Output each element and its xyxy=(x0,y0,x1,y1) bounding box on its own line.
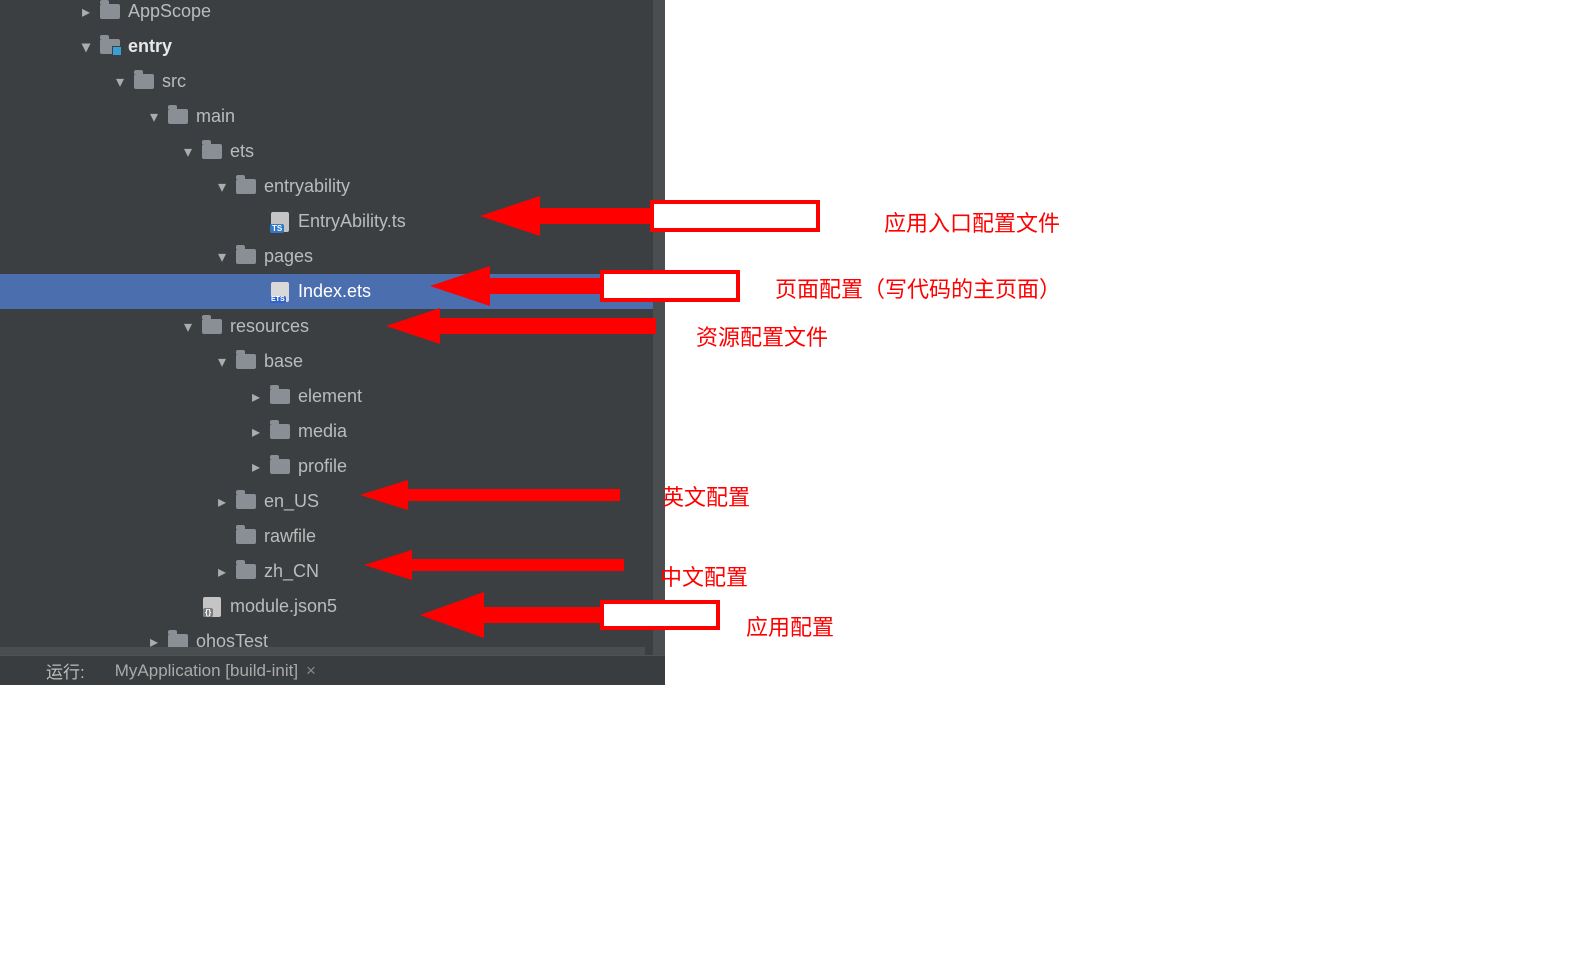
chevron-right-icon[interactable] xyxy=(244,457,268,477)
horizontal-scrollbar[interactable] xyxy=(0,647,645,655)
json-file-icon xyxy=(200,597,224,617)
folder-icon xyxy=(234,527,258,547)
tree-item-label: media xyxy=(298,421,347,442)
chevron-right-icon[interactable] xyxy=(74,2,98,22)
annotation-arrow-icon xyxy=(364,550,624,580)
ts-file-icon xyxy=(268,212,292,232)
tree-item-label: EntryAbility.ts xyxy=(298,211,406,232)
folder-icon xyxy=(166,107,190,127)
tree-item-label: module.json5 xyxy=(230,596,337,617)
tree-item-label: AppScope xyxy=(128,1,211,22)
chevron-down-icon[interactable] xyxy=(210,247,234,267)
run-config-name: MyApplication [build-init] xyxy=(115,661,298,681)
tree-row-ets[interactable]: ets xyxy=(0,134,665,169)
chevron-down-icon[interactable] xyxy=(176,142,200,162)
annotation-arrow-icon xyxy=(430,266,740,306)
folder-icon xyxy=(268,387,292,407)
tree-item-label: Index.ets xyxy=(298,281,371,302)
annotation-text: 应用配置 xyxy=(746,610,834,642)
tree-item-label: element xyxy=(298,386,362,407)
tree-row-src[interactable]: src xyxy=(0,64,665,99)
chevron-right-icon[interactable] xyxy=(244,387,268,407)
tree-row-base[interactable]: base xyxy=(0,344,665,379)
annotation-text: 应用入口配置文件 xyxy=(884,206,1060,238)
chevron-down-icon[interactable] xyxy=(142,107,166,127)
tree-row-rawfile[interactable]: rawfile xyxy=(0,519,665,554)
chevron-down-icon[interactable] xyxy=(74,37,98,57)
folder-icon xyxy=(98,2,122,22)
folder-icon xyxy=(234,492,258,512)
tree-item-label: src xyxy=(162,71,186,92)
folder-icon xyxy=(234,562,258,582)
run-label: 运行: xyxy=(46,658,85,683)
tree-item-label: en_US xyxy=(264,491,319,512)
tree-item-label: main xyxy=(196,106,235,127)
annotation-arrow-icon xyxy=(386,308,656,344)
tree-item-label: resources xyxy=(230,316,309,337)
tree-item-label: profile xyxy=(298,456,347,477)
annotation-text: 中文配置 xyxy=(660,560,748,592)
annotation-text: 英文配置 xyxy=(662,480,750,512)
annotation-arrow-icon xyxy=(480,196,820,236)
chevron-right-icon[interactable] xyxy=(210,492,234,512)
folder-icon xyxy=(234,352,258,372)
tree-row-main[interactable]: main xyxy=(0,99,665,134)
chevron-right-icon[interactable] xyxy=(210,562,234,582)
folder-icon xyxy=(234,247,258,267)
module-folder-icon xyxy=(98,37,122,57)
folder-icon xyxy=(268,457,292,477)
annotation-arrow-icon xyxy=(360,480,620,510)
folder-icon xyxy=(268,422,292,442)
tree-row-media[interactable]: media xyxy=(0,414,665,449)
ets-file-icon xyxy=(268,282,292,302)
tree-item-label: rawfile xyxy=(264,526,316,547)
close-icon[interactable]: × xyxy=(306,661,316,681)
tree-item-label: entryability xyxy=(264,176,350,197)
folder-icon xyxy=(234,177,258,197)
tree-item-label: ets xyxy=(230,141,254,162)
tree-item-label: zh_CN xyxy=(264,561,319,582)
tree-item-label: pages xyxy=(264,246,313,267)
chevron-down-icon[interactable] xyxy=(210,352,234,372)
folder-icon xyxy=(132,72,156,92)
run-toolbar[interactable]: 运行: MyApplication [build-init] × xyxy=(0,655,665,685)
tree-item-label: base xyxy=(264,351,303,372)
annotation-text: 页面配置（写代码的主页面） xyxy=(775,272,1061,304)
tree-item-label: entry xyxy=(128,36,172,57)
tree-row-appscope[interactable]: AppScope xyxy=(0,0,665,29)
folder-icon xyxy=(200,142,224,162)
tree-row-entry[interactable]: entry xyxy=(0,29,665,64)
annotation-text: 资源配置文件 xyxy=(696,320,828,352)
chevron-down-icon[interactable] xyxy=(108,72,132,92)
tree-row-element[interactable]: element xyxy=(0,379,665,414)
folder-icon xyxy=(200,317,224,337)
chevron-right-icon[interactable] xyxy=(244,422,268,442)
annotation-arrow-icon xyxy=(420,592,720,638)
tree-row-profile[interactable]: profile xyxy=(0,449,665,484)
chevron-down-icon[interactable] xyxy=(176,317,200,337)
chevron-down-icon[interactable] xyxy=(210,177,234,197)
